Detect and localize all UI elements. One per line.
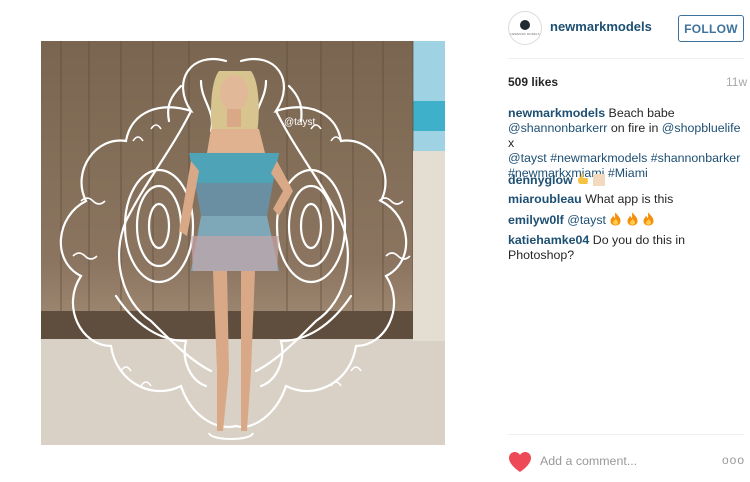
comment-username-link[interactable]: katiehamke04 xyxy=(508,233,589,247)
avatar[interactable]: NEWMARK MODELS xyxy=(508,11,542,45)
likes-count[interactable]: 509 likes xyxy=(508,75,558,89)
avatar-text: NEWMARK MODELS xyxy=(510,32,540,36)
header-divider xyxy=(508,58,744,59)
post-photo[interactable]: @tayst xyxy=(41,41,445,445)
heart-icon[interactable] xyxy=(508,451,532,473)
post-username-link[interactable]: newmarkmodels xyxy=(550,19,652,34)
comment: miaroubleau What app is this xyxy=(508,192,746,207)
ok-hand-emoji-icon xyxy=(576,172,589,190)
mention-link[interactable]: @shopbluelife xyxy=(662,121,741,135)
comment: katiehamke04 Do you do this in Photoshop… xyxy=(508,233,746,263)
skin-tone-emoji-icon xyxy=(592,174,605,190)
hashtag-link[interactable]: #newmarkmodels xyxy=(550,151,647,165)
post-header: NEWMARK MODELS newmarkmodels FOLLOW xyxy=(508,8,746,48)
follow-button[interactable]: FOLLOW xyxy=(678,15,744,42)
fire-emoji-icon xyxy=(626,212,639,230)
caption-text: x xyxy=(508,136,515,150)
comment: dennyglow xyxy=(508,172,746,190)
caption: newmarkmodels Beach babe @shannonbarkerr… xyxy=(508,106,746,181)
add-comment-input[interactable]: Add a comment... xyxy=(540,454,637,468)
post-time[interactable]: 11w xyxy=(726,75,747,89)
mention-link[interactable]: @shannonbarkerr xyxy=(508,121,607,135)
caption-username-link[interactable]: newmarkmodels xyxy=(508,106,605,120)
mention-link[interactable]: @tayst xyxy=(567,213,606,227)
comment: emilyw0lf @tayst xyxy=(508,212,746,230)
caption-text: Beach babe xyxy=(605,106,675,120)
footer-divider xyxy=(508,434,744,435)
more-options-icon[interactable]: ooo xyxy=(722,453,745,467)
fire-emoji-icon xyxy=(609,212,622,230)
mention-link[interactable]: @tayst xyxy=(508,151,547,165)
hashtag-link[interactable]: #shannonbarker xyxy=(651,151,741,165)
photo-illustration: @tayst xyxy=(41,41,445,445)
comment-text: What app is this xyxy=(585,192,674,206)
caption-text: on fire in xyxy=(607,121,662,135)
avatar-logo-icon xyxy=(520,20,530,30)
photo-watermark: @tayst xyxy=(284,117,315,128)
fire-emoji-icon xyxy=(642,212,655,230)
comment-username-link[interactable]: emilyw0lf xyxy=(508,213,564,227)
comment-username-link[interactable]: miaroubleau xyxy=(508,192,582,206)
comment-username-link[interactable]: dennyglow xyxy=(508,173,573,187)
comment-bar: Add a comment... ooo xyxy=(508,447,746,475)
